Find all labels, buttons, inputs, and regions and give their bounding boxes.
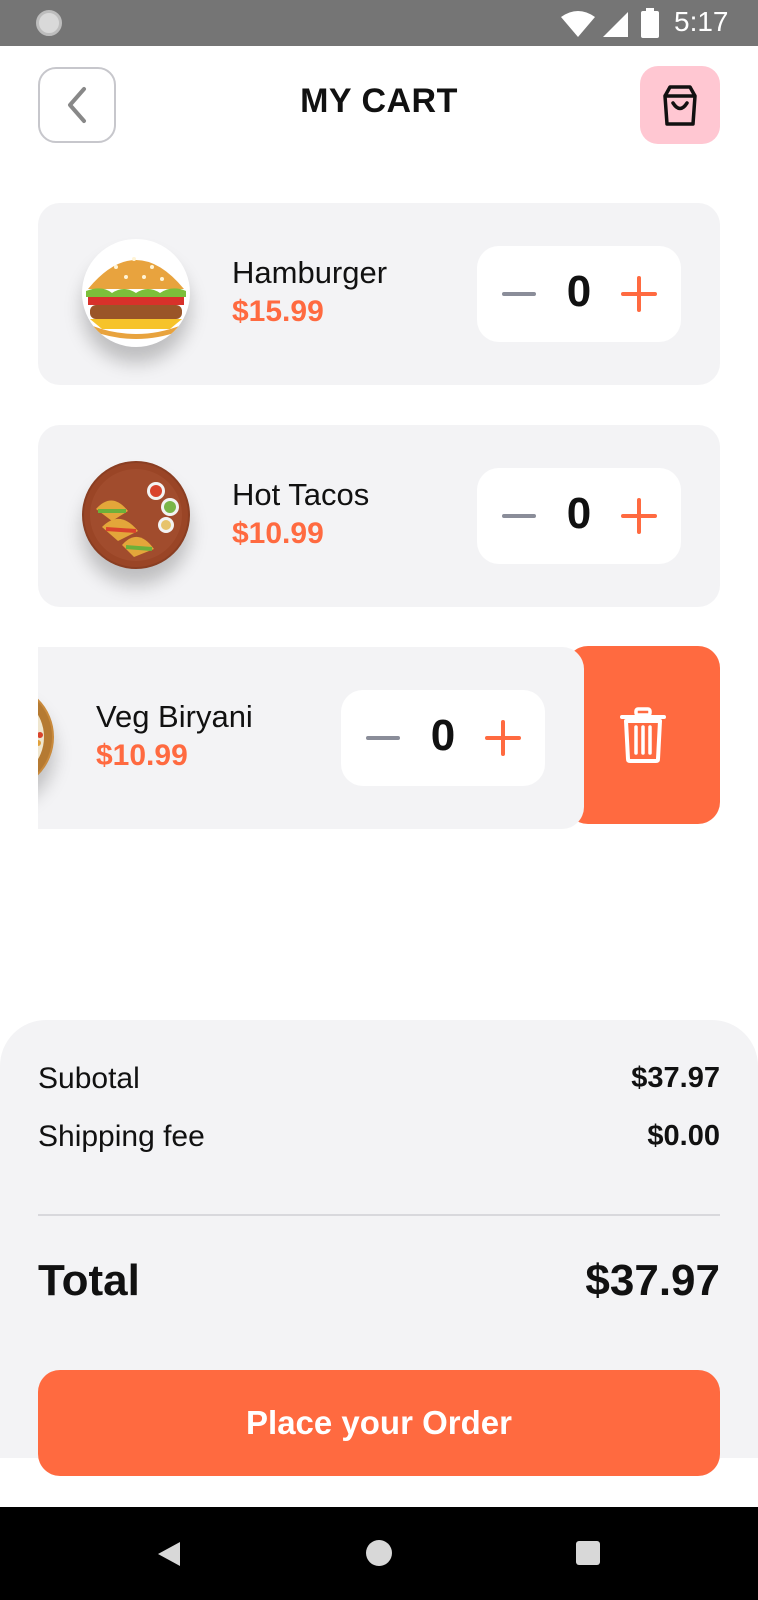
decrease-button[interactable]	[363, 720, 403, 756]
quantity-value: 0	[430, 711, 456, 760]
tacos-image	[82, 461, 190, 569]
minus-icon	[366, 736, 400, 740]
trash-icon	[620, 707, 666, 763]
cart-item-biryani[interactable]: Veg Biryani $10.99 0	[38, 647, 584, 829]
nav-recents-icon[interactable]	[576, 1541, 600, 1565]
nav-home-icon[interactable]	[366, 1540, 392, 1566]
cart-item-tacos[interactable]: Hot Tacos $10.99 0	[38, 425, 720, 607]
summary-divider	[38, 1214, 720, 1216]
decrease-button[interactable]	[499, 276, 539, 312]
notification-dot-icon	[36, 10, 62, 36]
cart-bag-button[interactable]	[640, 66, 720, 144]
nav-back-icon[interactable]	[156, 1541, 182, 1567]
system-nav-bar	[0, 1507, 758, 1600]
total-value: $37.97	[585, 1256, 720, 1305]
shipping-label: Shipping fee	[38, 1120, 205, 1153]
minus-icon	[502, 514, 536, 518]
battery-icon	[641, 8, 659, 38]
total-label: Total	[38, 1256, 140, 1305]
status-bar: 5:17	[0, 0, 758, 46]
shopping-bag-icon	[663, 85, 697, 126]
biryani-image	[38, 683, 54, 791]
decrease-button[interactable]	[499, 498, 539, 534]
plus-icon[interactable]	[619, 274, 659, 314]
status-time: 5:17	[674, 6, 729, 37]
cart-item-hamburger[interactable]: Hamburger $15.99 0	[38, 203, 720, 385]
plus-icon[interactable]	[619, 496, 659, 536]
quantity-value: 0	[566, 267, 592, 316]
quantity-stepper: 0	[341, 690, 545, 786]
wifi-icon	[561, 11, 595, 37]
subtotal-value: $37.97	[631, 1062, 720, 1094]
quantity-value: 0	[566, 489, 592, 538]
item-name: Veg Biryani	[96, 699, 253, 734]
quantity-stepper: 0	[477, 246, 681, 342]
hamburger-image	[82, 239, 190, 347]
item-price: $15.99	[232, 295, 324, 328]
shipping-value: $0.00	[647, 1120, 720, 1152]
item-name: Hot Tacos	[232, 477, 370, 512]
subtotal-label: Subotal	[38, 1062, 140, 1095]
item-price: $10.99	[232, 517, 324, 550]
item-name: Hamburger	[232, 255, 388, 290]
item-price: $10.99	[96, 739, 188, 772]
plus-icon[interactable]	[483, 718, 523, 758]
minus-icon	[502, 292, 536, 296]
cart-screen: 5:17 MY CART Hamburger $15.99 0 Hot Taco…	[0, 0, 758, 1600]
signal-icon	[603, 12, 628, 37]
delete-item-button[interactable]	[566, 646, 720, 824]
place-order-button[interactable]: Place your Order	[38, 1370, 720, 1476]
quantity-stepper: 0	[477, 468, 681, 564]
